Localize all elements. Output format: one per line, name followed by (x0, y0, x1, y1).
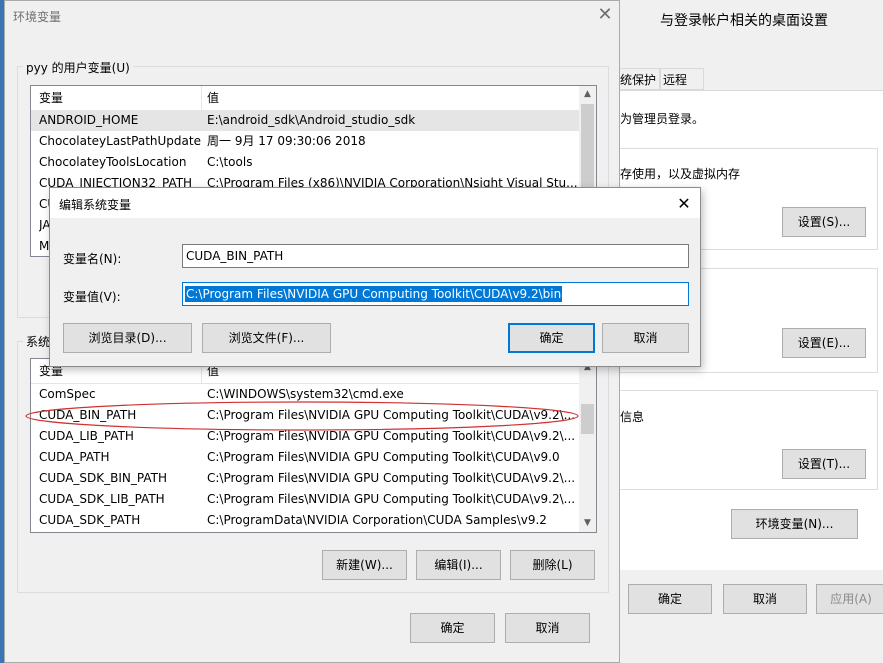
cancel-button[interactable]: 取消 (505, 613, 590, 643)
edit-dialog-titlebar (50, 188, 700, 218)
settings-e-button[interactable]: 设置(E)... (782, 328, 866, 358)
back-apply-button[interactable]: 应用(A) (816, 584, 883, 614)
tab-remote[interactable]: 远程 (660, 68, 704, 90)
selected-value-text: C:\Program Files\NVIDIA GPU Computing To… (185, 286, 563, 302)
settings-s-button[interactable]: 设置(S)... (782, 207, 866, 237)
performance-note: 存使用，以及虚拟内存 (620, 167, 741, 181)
browse-directory-button[interactable]: 浏览目录(D)... (63, 323, 192, 353)
desktop-settings-title: 与登录帐户相关的桌面设置 (660, 13, 828, 29)
column-value[interactable]: 值 (207, 86, 219, 110)
back-ok-button[interactable]: 确定 (628, 584, 712, 614)
edit-dialog-title: 编辑系统变量 (59, 198, 132, 212)
scroll-up-icon[interactable]: ▲ (579, 86, 596, 103)
highlight-ellipse (25, 401, 579, 431)
startup-note: 信息 (620, 410, 645, 424)
edit-ok-button[interactable]: 确定 (508, 323, 595, 353)
system-variables-list: 变量 值 ComSpec C:\WINDOWS\system32\cmd.exe… (30, 358, 597, 533)
variable-name-field[interactable]: CUDA_BIN_PATH (182, 244, 689, 268)
scroll-thumb[interactable] (581, 104, 594, 194)
admin-note: 为管理员登录。 (620, 112, 705, 126)
close-icon[interactable]: ✕ (593, 3, 617, 27)
column-variable[interactable]: 变量 (39, 86, 63, 110)
variable-name-label: 变量名(N): (63, 252, 122, 266)
scroll-down-icon[interactable]: ▼ (579, 515, 596, 532)
browse-file-button[interactable]: 浏览文件(F)... (202, 323, 331, 353)
edit-cancel-button[interactable]: 取消 (602, 323, 689, 353)
settings-t-button[interactable]: 设置(T)... (782, 449, 866, 479)
variable-value-label: 变量值(V): (63, 290, 121, 304)
back-cancel-button[interactable]: 取消 (723, 584, 807, 614)
tab-system-protection[interactable]: 统保护 (620, 68, 660, 90)
tab-strip: 统保护 远程 (620, 66, 883, 90)
delete-button[interactable]: 删除(L) (510, 550, 595, 580)
list-item[interactable]: ANDROID_HOME E:\android_sdk\Android_stud… (31, 110, 596, 131)
list-header: 变量 值 (31, 86, 596, 111)
edit-button[interactable]: 编辑(I)... (416, 550, 501, 580)
list-item[interactable]: ChocolateyToolsLocation C:\tools (31, 152, 596, 173)
variable-value-field[interactable]: C:\Program Files\NVIDIA GPU Computing To… (182, 282, 689, 306)
dialog-title: 环境变量 (13, 10, 62, 24)
list-item[interactable]: CUDA_SDK_LIB_PATH C:\Program Files\NVIDI… (31, 489, 596, 510)
list-item[interactable]: ChocolateyLastPathUpdate 周一 9月 17 09:30:… (31, 131, 596, 152)
user-variables-title: pyy 的用户变量(U) (23, 59, 133, 76)
edit-system-variable-dialog: 编辑系统变量 ✕ 变量名(N): CUDA_BIN_PATH 变量值(V): C… (49, 187, 701, 367)
scroll-thumb[interactable] (581, 404, 594, 434)
environment-variables-button[interactable]: 环境变量(N)... (731, 509, 858, 539)
system-list-scrollbar[interactable]: ▲ ▼ (579, 359, 596, 532)
new-button[interactable]: 新建(W)... (322, 550, 407, 580)
list-item[interactable]: CUDA_SDK_PATH C:\ProgramData\NVIDIA Corp… (31, 510, 596, 531)
list-item[interactable]: CUDA_PATH C:\Program Files\NVIDIA GPU Co… (31, 447, 596, 468)
close-icon[interactable]: ✕ (672, 192, 696, 216)
ok-button[interactable]: 确定 (410, 613, 495, 643)
list-item[interactable]: CUDA_SDK_BIN_PATH C:\Program Files\NVIDI… (31, 468, 596, 489)
